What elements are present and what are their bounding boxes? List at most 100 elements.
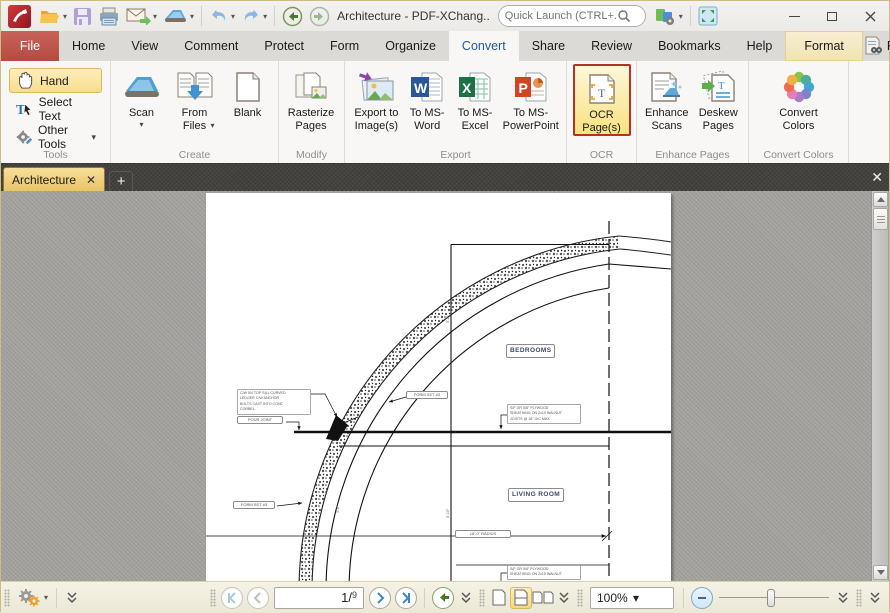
tab-home[interactable]: Home [59,31,118,61]
window-title: Architecture - PDF-XChang.. [337,9,490,23]
ocr-pages-button[interactable]: T OCR Page(s) [573,64,631,136]
to-ms-word-button[interactable]: W To MS- Word [404,64,451,132]
toolbar-grip[interactable] [577,589,583,607]
double-chevron-down-icon [66,592,78,604]
close-button[interactable] [851,3,889,29]
tab-comment[interactable]: Comment [171,31,251,61]
hand-tool-button[interactable]: Hand [9,68,102,93]
tab-convert[interactable]: Convert [449,31,519,61]
forward-button[interactable] [306,3,333,29]
radius-label: 18'-0" RADIUS [455,530,511,538]
fullscreen-button[interactable] [695,3,721,29]
undo-button[interactable]: ▾ [206,3,238,29]
from-files-button[interactable]: From Files ▾ [168,64,221,130]
continuous-view-icon [514,589,528,606]
scroll-down-button[interactable] [873,565,888,580]
page-number-input[interactable] [298,590,348,605]
more-tools-chevron[interactable] [66,592,78,604]
group-label: OCR [567,149,636,161]
zoom-options-chevron[interactable] [837,592,849,604]
quick-launch-input[interactable] [505,10,617,22]
page-total: 9 [352,590,357,600]
tab-form[interactable]: Form [317,31,372,61]
redo-button[interactable]: ▾ [238,3,270,29]
tool-label: Other Tools [38,123,86,151]
pdf-page[interactable]: BEDROOMS LIVING ROOM FORM SET #3 FORM SE… [206,193,671,581]
save-button[interactable] [70,3,95,29]
rasterize-pages-button[interactable]: Rasterize Pages [283,64,339,132]
new-tab-button[interactable]: + [109,171,133,191]
tab-help[interactable]: Help [734,31,786,61]
statusbar-options-button[interactable]: ▾ [13,585,51,611]
next-page-icon [374,592,386,604]
tab-view[interactable]: View [118,31,171,61]
svg-text:T: T [718,80,725,92]
minimize-button[interactable] [775,3,813,29]
find-document-icon[interactable] [863,36,883,56]
back-button[interactable] [279,3,306,29]
maximize-button[interactable] [813,3,851,29]
two-page-view-button[interactable] [532,587,554,609]
blank-button[interactable]: Blank [221,64,274,120]
scan-button[interactable]: ▾ [160,3,197,29]
select-text-button[interactable]: T Select Text [9,96,102,121]
continuous-view-button[interactable] [510,587,532,609]
email-button[interactable]: ▾ [123,3,160,29]
page-number-box[interactable]: / 9 [274,587,364,609]
divider [690,6,691,26]
previous-page-button[interactable] [247,587,269,609]
deskew-pages-button[interactable]: T Deskew Pages [693,64,745,132]
scrollbar-thumb[interactable] [873,208,888,230]
close-document-icon[interactable]: ✕ [871,169,883,186]
tab-review[interactable]: Review [578,31,645,61]
first-page-button[interactable] [221,587,243,609]
slider-handle[interactable] [767,589,775,607]
scan-ribbon-button[interactable]: Scan ▾ [115,64,168,129]
previous-view-button[interactable] [432,587,454,609]
hand-icon [16,71,35,90]
zoom-level-select[interactable]: 100% ▾ [590,587,674,609]
single-page-view-button[interactable] [488,587,510,609]
tool-label: Hand [40,74,69,88]
note-right-bottom: S/F GR 5/8" PLYWOOD SHEATHING ON 2x10 WA… [507,565,581,580]
last-page-button[interactable] [395,587,417,609]
close-tab-icon[interactable]: ✕ [86,174,96,186]
to-ms-powerpoint-button[interactable]: P To MS- PowerPoint [499,64,562,132]
convert-colors-button[interactable]: Convert Colors [766,64,832,132]
document-area: BEDROOMS LIVING ROOM FORM SET #3 FORM SE… [1,191,889,581]
tab-share[interactable]: Share [519,31,578,61]
enhance-scans-button[interactable]: Enhance Scans [641,64,693,132]
tab-bookmarks[interactable]: Bookmarks [645,31,734,61]
scroll-up-button[interactable] [873,192,888,207]
export-to-images-button[interactable]: Export to Image(s) [349,64,404,132]
toolbar-grip[interactable] [210,589,216,607]
sessions-button[interactable]: ▾ [652,3,686,29]
zoom-slider[interactable] [719,587,829,609]
select-text-icon: T [15,99,34,118]
document-tab-architecture[interactable]: Architecture ✕ [3,167,105,191]
statusbar-overflow-chevron[interactable] [869,592,881,604]
print-button[interactable] [95,3,123,29]
tab-file[interactable]: File [1,31,59,61]
group-tools: Hand T Select Text Other Tools ▾ Tools [1,61,111,163]
open-button[interactable]: ▾ [36,3,70,29]
toolbar-grip[interactable] [856,589,862,607]
other-tools-button[interactable]: Other Tools ▾ [9,124,102,149]
chevron-down-icon: ▾ [63,12,67,21]
tab-organize[interactable]: Organize [372,31,449,61]
layout-options-chevron[interactable] [558,592,570,604]
vertical-scrollbar[interactable] [871,191,888,581]
tab-protect[interactable]: Protect [251,31,317,61]
view-history-chevron[interactable] [460,592,472,604]
next-page-button[interactable] [369,587,391,609]
ribbon-spacer [849,61,889,163]
toolbar-grip[interactable] [479,589,485,607]
chevron-down-icon: ▾ [633,591,667,605]
zoom-out-button[interactable] [691,587,713,609]
chevron-down-icon: ▾ [263,12,267,21]
tab-format[interactable]: Format [785,31,863,61]
toolbar-grip[interactable] [4,589,10,607]
single-page-icon [492,589,506,606]
to-ms-excel-button[interactable]: X To MS- Excel [451,64,500,132]
quick-launch-box[interactable] [498,5,646,27]
